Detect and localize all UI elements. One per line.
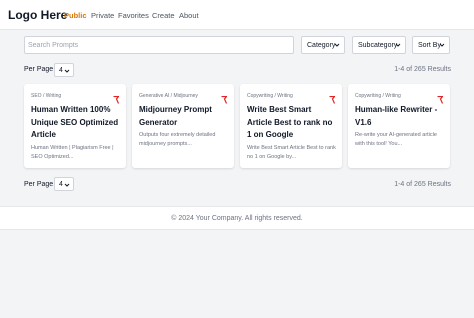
chevron-down-icon <box>64 67 70 77</box>
prompt-card[interactable]: SEO / Writing Human Written 100% Unique … <box>24 84 126 168</box>
category-select[interactable]: Category <box>301 36 345 54</box>
footer-copyright: © 2024 Your Company. All rights reserved… <box>171 215 303 222</box>
chevron-down-icon <box>334 41 340 49</box>
nav-link-favorites[interactable]: Favorites <box>118 11 149 20</box>
sort-select[interactable]: Sort By <box>412 36 450 54</box>
logo[interactable]: Logo Here <box>8 8 67 22</box>
category-select-label: Category <box>307 42 336 49</box>
per-page-label: Per Page <box>24 181 54 188</box>
nav-link-private[interactable]: Private <box>91 11 114 20</box>
card-description: Outputs four extremely detailed midjourn… <box>139 132 216 147</box>
chevron-down-icon <box>395 41 401 49</box>
nav-link-public[interactable]: Public <box>64 11 87 20</box>
subcategory-select[interactable]: Subcategory <box>352 36 406 54</box>
prompt-card[interactable]: Generative AI / Midjourney Midjourney Pr… <box>132 84 234 168</box>
card-title: Write Best Smart Article Best to rank no… <box>247 105 333 139</box>
per-page-value: 4 <box>59 181 63 188</box>
results-count: 1-4 of 265 Results <box>394 66 451 73</box>
card-category: Copywriting / Writing <box>355 93 401 99</box>
chevron-down-icon <box>64 181 70 191</box>
per-page-label: Per Page <box>24 66 54 73</box>
nav-link-about[interactable]: About <box>179 11 199 20</box>
prompt-card[interactable]: Copywriting / Writing Write Best Smart A… <box>240 84 342 168</box>
card-category: Copywriting / Writing <box>247 93 293 99</box>
results-count: 1-4 of 265 Results <box>394 181 451 188</box>
footer: © 2024 Your Company. All rights reserved… <box>0 206 474 230</box>
prompt-card[interactable]: Copywriting / Writing Human-like Rewrite… <box>348 84 450 168</box>
per-page-value: 4 <box>59 67 63 74</box>
card-description: Human Written | Plagiarism Free | SEO Op… <box>31 145 114 160</box>
card-title: Midjourney Prompt Generator <box>139 105 212 127</box>
card-title: Human Written 100% Unique SEO Optimized … <box>31 105 119 139</box>
subcategory-select-label: Subcategory <box>358 42 398 49</box>
card-description: Re-write your AI-generated article with … <box>355 132 437 147</box>
card-description: Write Best Smart Article Best to rank no… <box>247 145 336 160</box>
card-category: Generative AI / Midjourney <box>139 93 198 99</box>
navbar: Logo Here Public Private Favorites Creat… <box>0 0 474 30</box>
per-page-select[interactable]: 4 <box>54 177 74 191</box>
chevron-down-icon <box>439 41 445 49</box>
sort-select-label: Sort By <box>418 42 441 49</box>
card-category: SEO / Writing <box>31 93 62 99</box>
nav-link-create[interactable]: Create <box>152 11 175 20</box>
search-input[interactable]: Search Prompts <box>24 36 294 54</box>
card-title: Human-like Rewriter - V1.6 <box>355 105 438 127</box>
per-page-select[interactable]: 4 <box>54 63 74 77</box>
